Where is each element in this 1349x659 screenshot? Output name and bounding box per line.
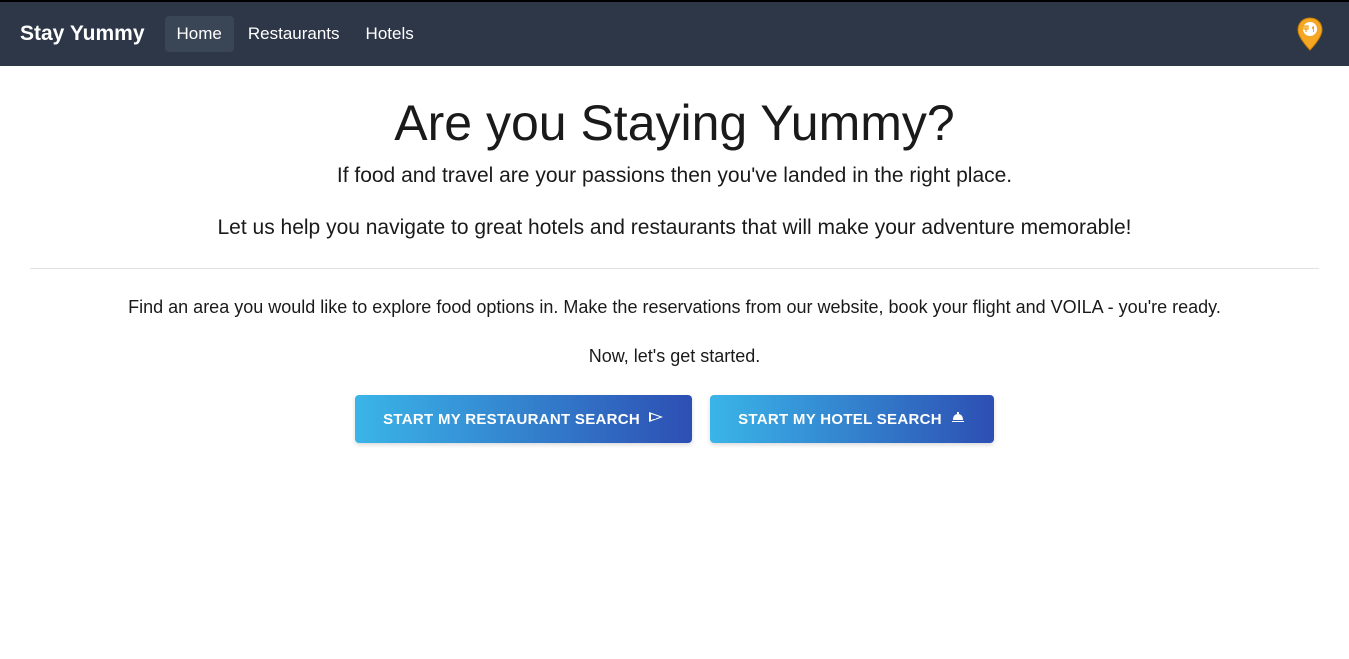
- concierge-bell-icon: [950, 409, 966, 429]
- hero-title: Are you Staying Yummy?: [30, 94, 1319, 152]
- hero-tagline: Let us help you navigate to great hotels…: [30, 216, 1319, 240]
- brand-logo-icon[interactable]: [1295, 16, 1325, 52]
- brand-title[interactable]: Stay Yummy: [16, 22, 149, 46]
- restaurant-search-button[interactable]: START MY RESTAURANT SEARCH: [355, 395, 692, 443]
- hotel-search-button[interactable]: START MY HOTEL SEARCH: [710, 395, 994, 443]
- nav-item-restaurants[interactable]: Restaurants: [236, 16, 352, 52]
- nav-item-hotels[interactable]: Hotels: [354, 16, 426, 52]
- restaurant-search-label: START MY RESTAURANT SEARCH: [383, 411, 640, 428]
- hero-description: Find an area you would like to explore f…: [30, 297, 1319, 318]
- divider: [30, 268, 1319, 269]
- hotel-search-label: START MY HOTEL SEARCH: [738, 411, 942, 428]
- nav-items: Home Restaurants Hotels: [165, 16, 426, 52]
- navbar: Stay Yummy Home Restaurants Hotels: [0, 2, 1349, 66]
- nav-item-home[interactable]: Home: [165, 16, 234, 52]
- hero-subtitle: If food and travel are your passions the…: [30, 164, 1319, 188]
- main-content: Are you Staying Yummy? If food and trave…: [0, 66, 1349, 443]
- navbar-right: [1295, 16, 1333, 52]
- get-started-text: Now, let's get started.: [30, 346, 1319, 367]
- pizza-slice-icon: [648, 409, 664, 429]
- cta-button-row: START MY RESTAURANT SEARCH START MY HOTE…: [30, 395, 1319, 443]
- navbar-left: Stay Yummy Home Restaurants Hotels: [16, 16, 426, 52]
